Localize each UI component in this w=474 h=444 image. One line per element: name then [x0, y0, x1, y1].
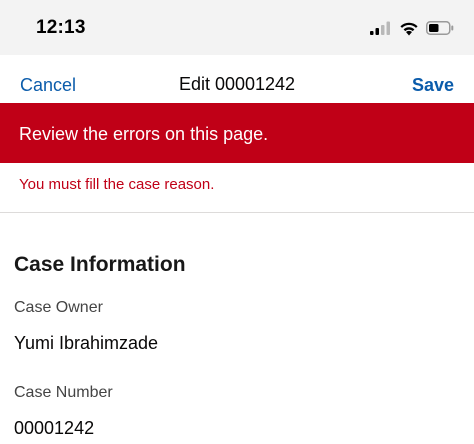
battery-icon — [426, 21, 454, 35]
save-button[interactable]: Save — [412, 75, 454, 96]
case-owner-value[interactable]: Yumi Ibrahimzade — [14, 333, 158, 354]
error-banner: Review the errors on this page. — [0, 103, 474, 163]
status-icons — [370, 17, 454, 39]
error-banner-message: Review the errors on this page. — [19, 124, 269, 144]
case-number-value: 00001242 — [14, 418, 95, 438]
nav-bar: Cancel Edit 00001242 Save — [0, 55, 474, 103]
case-owner-label: Case Owner — [14, 299, 103, 316]
status-time: 12:13 — [36, 17, 86, 38]
signal-icon — [370, 21, 390, 35]
divider — [0, 212, 474, 213]
error-detail-message: You must fill the case reason. — [19, 176, 215, 193]
case-number-label: Case Number — [14, 384, 113, 401]
status-bar: 12:13 — [0, 0, 474, 55]
section-title: Case Information — [14, 253, 186, 276]
cancel-button[interactable]: Cancel — [20, 75, 76, 96]
wifi-icon — [400, 22, 418, 35]
